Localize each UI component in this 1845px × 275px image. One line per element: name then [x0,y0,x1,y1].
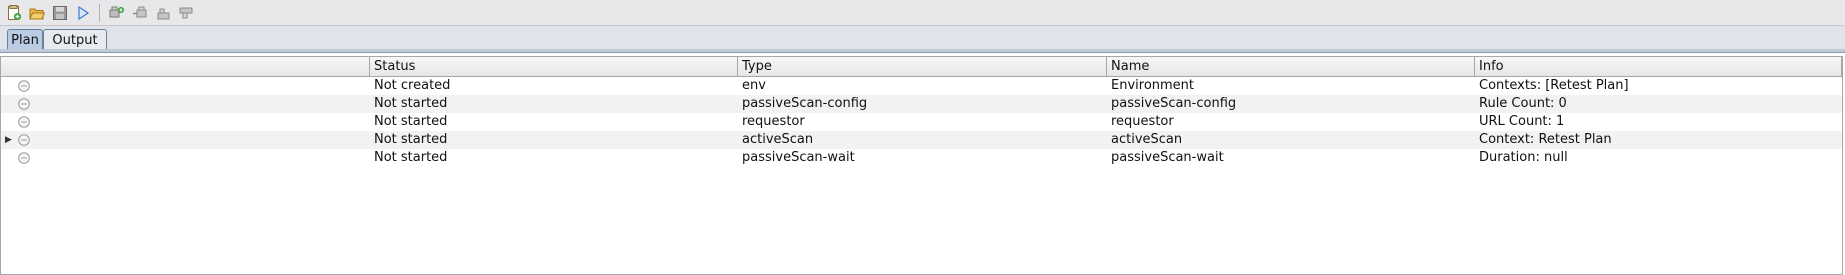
move-job-up-icon[interactable] [152,2,174,24]
tab-underline [0,49,1845,53]
cell-info: URL Count: 1 [1479,114,1565,129]
cell-name: Environment [1111,78,1195,93]
remove-job-icon[interactable] [129,2,151,24]
cell-status: Not started [374,150,448,165]
cell-type: passiveScan-config [742,96,868,111]
job-status-icon [18,134,30,146]
job-plan-panel: Plan Output Status Type Name Info Not cr… [0,0,1845,275]
table-row[interactable]: Not created env Environment Contexts: [R… [1,77,1842,95]
jobs-table: Status Type Name Info Not created env En… [0,56,1843,275]
table-header: Status Type Name Info [1,57,1842,77]
cell-info: Rule Count: 0 [1479,96,1567,111]
cell-status: Not started [374,132,448,147]
toolbar [0,0,1845,26]
column-header-info[interactable]: Info [1475,57,1842,76]
column-header-name[interactable]: Name [1107,57,1475,76]
cell-info: Duration: null [1479,150,1568,165]
job-status-icon [18,98,30,110]
table-row[interactable]: Not started requestor requestor URL Coun… [1,113,1842,131]
save-plan-icon[interactable] [49,2,71,24]
cell-name: passiveScan-wait [1111,150,1224,165]
cell-name: passiveScan-config [1111,96,1237,111]
cell-name: activeScan [1111,132,1183,147]
column-header-status[interactable]: Status [370,57,738,76]
open-plan-icon[interactable] [26,2,48,24]
table-row[interactable]: Not started passiveScan-wait passiveScan… [1,149,1842,167]
cell-info: Contexts: [Retest Plan] [1479,78,1629,93]
add-job-icon[interactable] [106,2,128,24]
table-row[interactable]: ▶ Not started activeScan activeScan Cont… [1,131,1842,149]
cell-type: env [742,78,766,93]
expand-arrow-icon[interactable]: ▶ [5,134,13,146]
cell-type: requestor [742,114,805,129]
toolbar-separator [99,3,100,22]
cell-status: Not created [374,78,451,93]
cell-status: Not started [374,114,448,129]
new-plan-icon[interactable] [3,2,25,24]
table-row[interactable]: Not started passiveScan-config passiveSc… [1,95,1842,113]
cell-info: Context: Retest Plan [1479,132,1612,147]
tab-output[interactable]: Output [43,29,107,50]
job-status-icon [18,116,30,128]
cell-type: activeScan [742,132,814,147]
cell-type: passiveScan-wait [742,150,855,165]
cell-name: requestor [1111,114,1174,129]
job-status-icon [18,152,30,164]
cell-status: Not started [374,96,448,111]
tab-plan[interactable]: Plan [7,29,43,50]
column-header-type[interactable]: Type [738,57,1107,76]
move-job-down-icon[interactable] [175,2,197,24]
run-plan-icon[interactable] [72,2,94,24]
column-header-icon[interactable] [1,57,370,76]
job-status-icon [18,80,30,92]
